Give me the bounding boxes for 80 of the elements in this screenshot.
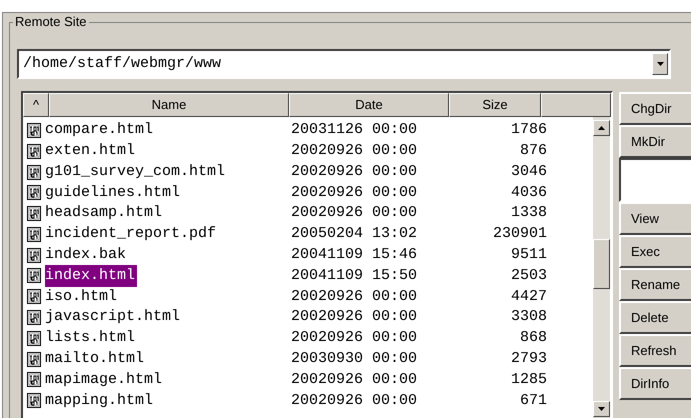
- binary-file-icon: [27, 330, 41, 346]
- action-button[interactable]: MkDir: [619, 125, 691, 158]
- size-cell-text: 3046: [510, 162, 547, 182]
- size-cell-text: 2793: [510, 348, 547, 369]
- file-name[interactable]: mapping.html: [45, 390, 154, 412]
- date-cell-text: 20041109 15:50: [290, 266, 418, 286]
- file-name[interactable]: guidelines.html: [45, 182, 180, 204]
- path-combo[interactable]: /home/staff/webmgr/www: [17, 49, 671, 79]
- size-cell-text: 671: [518, 390, 547, 411]
- scrollbar[interactable]: [593, 117, 610, 418]
- down-arrow-icon: [598, 407, 605, 411]
- binary-file-icon: [27, 206, 41, 222]
- column-header[interactable]: Name: [49, 93, 289, 117]
- date-cell-text: 20020926 00:00: [290, 162, 418, 182]
- file-name[interactable]: headsamp.html: [45, 202, 162, 225]
- binary-file-icon: [27, 164, 41, 180]
- size-cell-text: 3308: [510, 307, 547, 328]
- binary-file-icon: [27, 352, 41, 367]
- column-header[interactable]: Size: [449, 93, 541, 117]
- size-cell-text: 9511: [510, 244, 547, 265]
- file-name[interactable]: incident_report.pdf: [45, 223, 216, 246]
- file-name[interactable]: compare.html: [45, 119, 154, 142]
- file-name[interactable]: exten.html: [45, 140, 136, 162]
- date-cell-text: 20020926 00:00: [290, 328, 418, 348]
- date-cell-text: 20020926 00:00: [290, 182, 418, 203]
- date-cell-text: 20020926 00:00: [290, 307, 418, 328]
- date-cell-text: 20030930 00:00: [290, 348, 418, 369]
- action-button[interactable]: Delete: [619, 301, 691, 334]
- date-cell-text: 20020926 00:00: [290, 390, 418, 411]
- file-name[interactable]: iso.html: [45, 286, 118, 308]
- action-button[interactable]: Exec: [619, 235, 691, 268]
- action-button[interactable]: View: [619, 202, 691, 235]
- input-field[interactable]: [619, 158, 691, 202]
- date-cell-text: 20041109 15:46: [290, 244, 418, 265]
- column-header[interactable]: Date: [289, 93, 449, 117]
- caret-icon: [656, 62, 664, 66]
- binary-file-icon: [27, 289, 41, 304]
- up-arrow-icon: [598, 126, 605, 130]
- column-header[interactable]: ^: [23, 93, 49, 117]
- binary-file-icon: [27, 185, 41, 200]
- size-cell-text: 868: [518, 328, 547, 348]
- file-name[interactable]: mapimage.html: [45, 368, 162, 392]
- binary-file-icon: [27, 268, 41, 284]
- action-button[interactable]: Refresh: [619, 334, 691, 367]
- date-cell-text: 20020926 00:00: [290, 370, 418, 390]
- size-cell-text: 1786: [510, 120, 547, 140]
- file-name[interactable]: lists.html: [45, 327, 136, 350]
- path-value: /home/staff/webmgr/www: [22, 54, 222, 74]
- binary-file-icon: [27, 122, 41, 138]
- binary-file-icon: [27, 310, 41, 326]
- file-name[interactable]: mailto.html: [45, 348, 144, 370]
- size-cell-text: 876: [518, 140, 547, 161]
- file-name[interactable]: g101_survey_com.html: [45, 160, 226, 184]
- size-cell-text: 4427: [510, 286, 547, 307]
- date-cell-text: 20020926 00:00: [290, 286, 418, 307]
- file-name[interactable]: index.bak: [45, 244, 126, 266]
- scroll-down-button[interactable]: [593, 401, 610, 417]
- size-cell-text: 2503: [510, 266, 547, 286]
- binary-file-icon: [27, 226, 41, 242]
- date-cell-text: 20020926 00:00: [290, 203, 418, 224]
- date-cell-text: 20020926 00:00: [290, 140, 418, 161]
- date-cell-text: 20050204 13:02: [290, 224, 418, 244]
- dropdown-button[interactable]: [652, 53, 668, 75]
- size-cell-text: 1338: [510, 203, 547, 224]
- binary-file-icon: [27, 372, 41, 388]
- file-name[interactable]: index.html: [45, 264, 138, 288]
- binary-file-icon: [27, 248, 41, 263]
- size-cell-text: 1285: [510, 370, 547, 390]
- date-cell-text: 20031126 00:00: [290, 120, 418, 140]
- scroll-thumb[interactable]: [593, 239, 610, 289]
- scroll-up-button[interactable]: [593, 120, 610, 136]
- binary-file-icon: [27, 393, 41, 408]
- binary-file-icon: [27, 144, 41, 159]
- action-button[interactable]: ChgDir: [619, 92, 691, 125]
- size-cell-text: 230901: [492, 224, 547, 244]
- action-button[interactable]: Rename: [619, 268, 691, 301]
- column-header[interactable]: [541, 93, 611, 117]
- file-name[interactable]: javascript.html: [45, 306, 180, 329]
- action-button[interactable]: DirInfo: [619, 367, 691, 400]
- size-cell-text: 4036: [510, 182, 547, 203]
